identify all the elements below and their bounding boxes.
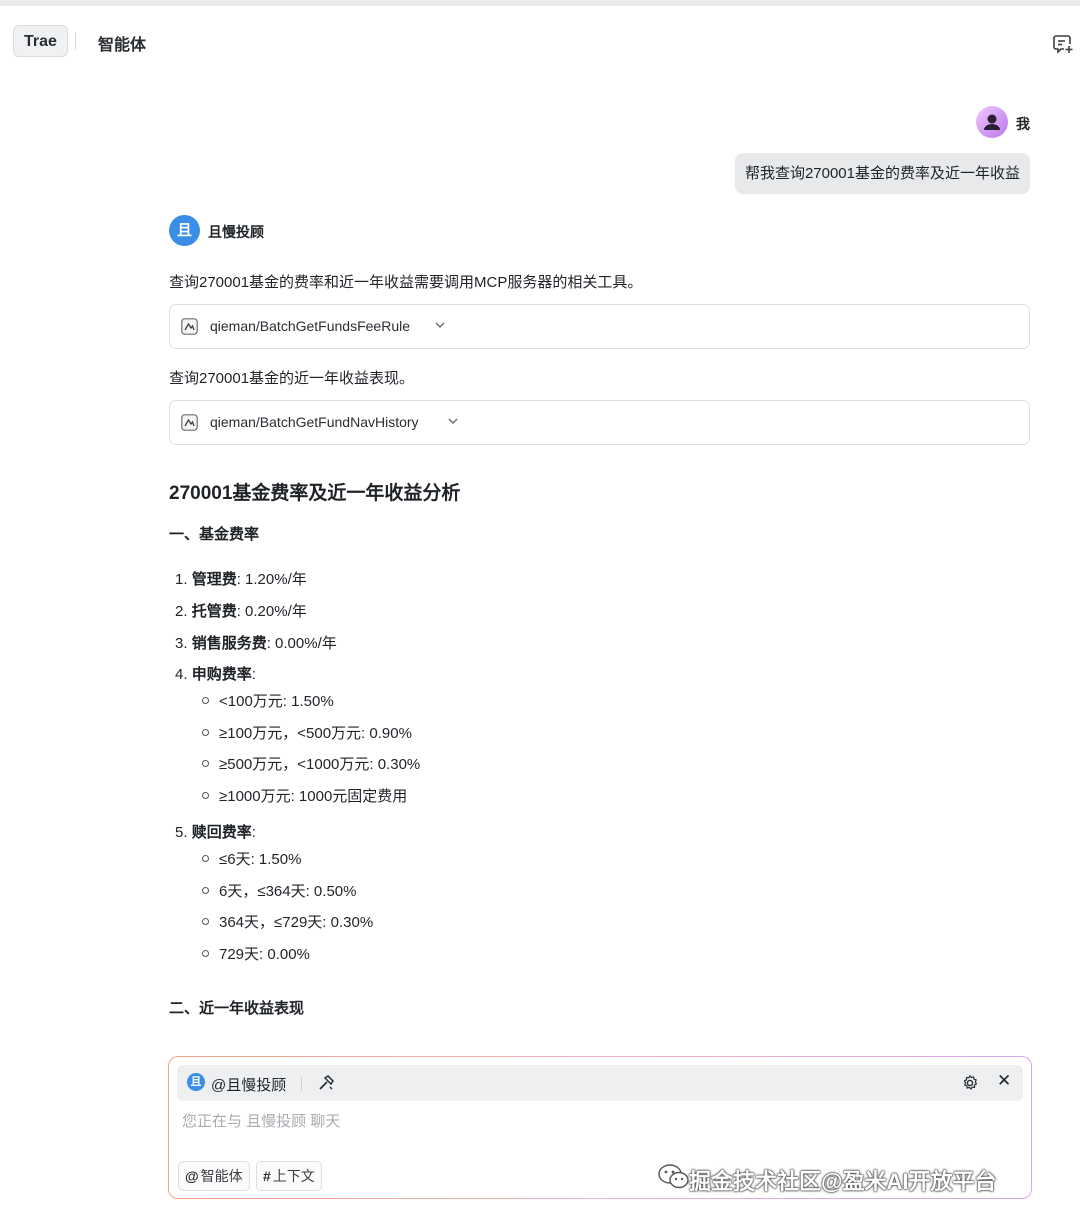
list-item: 1. 管理费: 1.20%/年 [175, 571, 307, 588]
tab-divider [75, 32, 76, 50]
tab-agent[interactable]: 智能体 [98, 31, 146, 55]
list-item: 3. 销售服务费: 0.00%/年 [175, 635, 337, 652]
gear-icon[interactable] [961, 1074, 979, 1092]
user-avatar [976, 106, 1008, 138]
list-item: 5. 赎回费率: [175, 824, 256, 841]
sub-list-item: <100万元: 1.50% [202, 690, 334, 711]
tool-call-fee-rule[interactable]: qieman/BatchGetFundsFeeRule [169, 304, 1030, 349]
close-icon[interactable]: ✕ [997, 1071, 1011, 1091]
person-icon [984, 114, 1000, 130]
mention-agent-button[interactable]: @ 智能体 [178, 1161, 250, 1191]
analysis-heading: 270001基金费率及近一年收益分析 [169, 483, 461, 504]
sub-list-item: ≥100万元，<500万元: 0.90% [202, 722, 412, 743]
wechat-icon [658, 1164, 689, 1189]
section-fee-heading: 一、基金费率 [169, 526, 260, 543]
assistant-avatar: 且 [169, 215, 200, 246]
chevron-down-icon[interactable] [434, 319, 446, 331]
list-item: 4. 申购费率: [175, 666, 256, 683]
hammer-icon[interactable] [317, 1074, 335, 1092]
sub-list-item: ≥1000万元: 1000元固定费用 [202, 785, 407, 806]
user-name: 我 [1016, 116, 1030, 132]
new-chat-icon[interactable] [1052, 32, 1074, 54]
app-window: Trae 智能体 我 帮我查询270001基金的费率及近一年收益 且 且慢投顾 … [0, 0, 1080, 1215]
tool-name: qieman/BatchGetFundNavHistory [210, 414, 419, 430]
assistant-intro-1: 查询270001基金的费率和近一年收益需要调用MCP服务器的相关工具。 [169, 274, 643, 291]
agent-icon: 且 [187, 1073, 205, 1091]
assistant-intro-2: 查询270001基金的近一年收益表现。 [169, 370, 415, 387]
section-return-heading: 二、近一年收益表现 [169, 1000, 305, 1017]
list-item: 2. 托管费: 0.20%/年 [175, 603, 307, 620]
divider [301, 1077, 302, 1091]
user-message-bubble: 帮我查询270001基金的费率及近一年收益 [734, 153, 1030, 194]
sub-list-item: 364天，≤729天: 0.30% [202, 911, 373, 932]
tool-icon [181, 318, 198, 335]
tool-name: qieman/BatchGetFundsFeeRule [210, 318, 410, 334]
watermark-text: 掘金技术社区@盈米AI开放平台 [689, 1169, 997, 1194]
tab-trae[interactable]: Trae [13, 25, 68, 57]
sub-list-item: 729天: 0.00% [202, 943, 310, 964]
sub-list-item: ≥500万元，<1000万元: 0.30% [202, 753, 420, 774]
tool-icon [181, 414, 198, 431]
top-bar: Trae 智能体 [0, 12, 1080, 68]
chevron-down-icon[interactable] [447, 415, 459, 427]
assistant-name: 且慢投顾 [208, 224, 264, 240]
sub-list-item: 6天，≤364天: 0.50% [202, 880, 356, 901]
sub-list-item: ≤6天: 1.50% [202, 848, 301, 869]
agent-selector-bar: 且 @且慢投顾 ✕ [177, 1065, 1023, 1101]
tool-call-nav-history[interactable]: qieman/BatchGetFundNavHistory [169, 400, 1030, 445]
message-input-placeholder[interactable]: 您正在与 且慢投顾 聊天 [182, 1110, 340, 1131]
context-button[interactable]: # 上下文 [256, 1161, 322, 1191]
agent-mention[interactable]: @且慢投顾 [211, 1074, 286, 1095]
